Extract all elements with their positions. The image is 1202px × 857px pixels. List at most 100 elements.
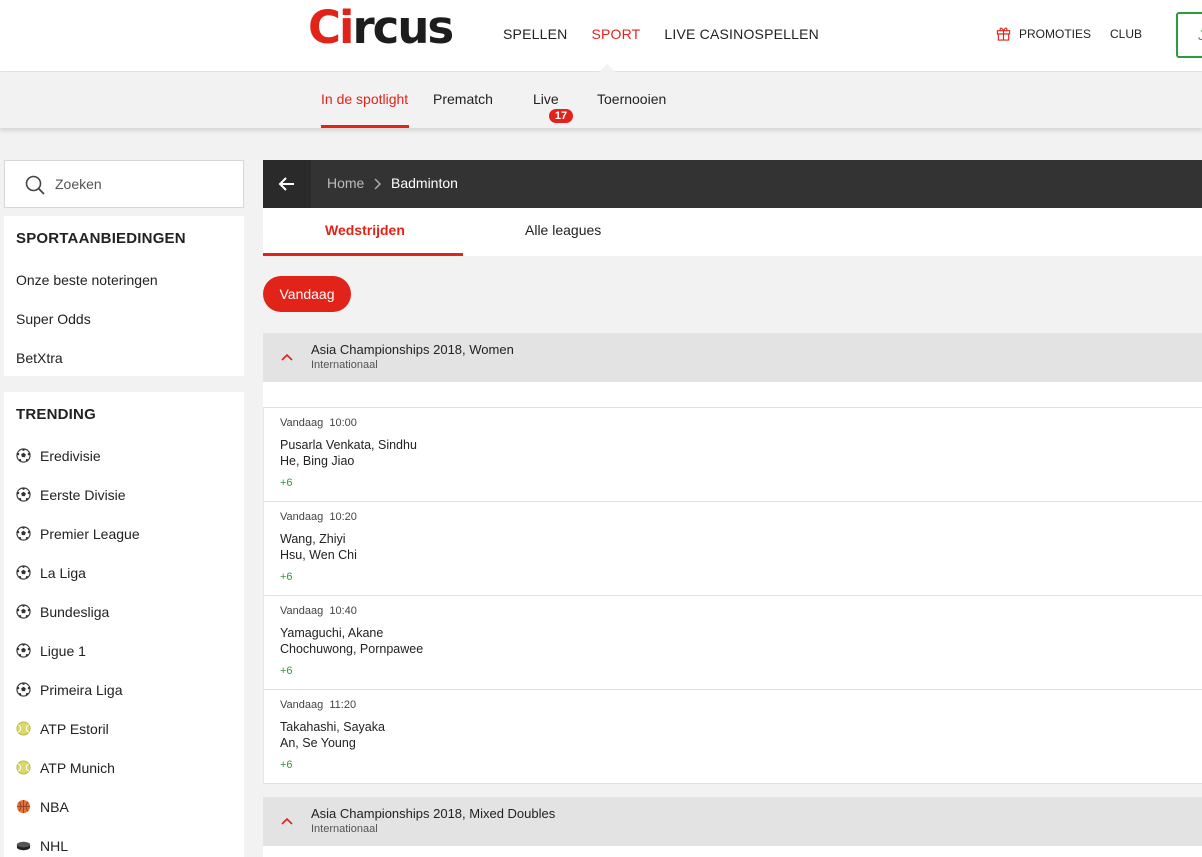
league-region: Internationaal bbox=[311, 823, 378, 835]
match-row[interactable]: Vandaag 10:00 Pusarla Venkata, Sindhu He, … bbox=[263, 408, 1202, 502]
arrow-left-icon bbox=[278, 177, 294, 191]
more-markets-link[interactable]: +6 bbox=[280, 665, 293, 677]
nav-sport[interactable]: SPORT bbox=[591, 26, 640, 42]
chevron-right-icon bbox=[374, 178, 382, 190]
sport-offers-title: SPORTAANBIEDINGEN bbox=[16, 230, 186, 247]
league-columns-row bbox=[263, 846, 1202, 857]
trending-item[interactable]: ATP Munich bbox=[4, 748, 244, 787]
player-1: Yamaguchi, Akane bbox=[280, 626, 384, 640]
trending-item-label: La Liga bbox=[40, 564, 86, 581]
trending-item-label: NHL bbox=[40, 837, 69, 854]
player-2: An, Se Young bbox=[280, 736, 356, 750]
gift-icon bbox=[996, 27, 1011, 41]
back-button[interactable] bbox=[263, 160, 311, 208]
top-header: Circus SPELLEN SPORT LIVE CASINOSPELLEN … bbox=[0, 0, 1202, 72]
tab-alle-leagues[interactable]: Alle leagues bbox=[525, 222, 601, 238]
player-2: He, Bing Jiao bbox=[280, 454, 355, 468]
league-header[interactable]: Asia Championships 2018, Mixed Doubles I… bbox=[263, 797, 1202, 846]
filter-today-chip[interactable]: Vandaag bbox=[263, 276, 351, 312]
club-link[interactable]: CLUB bbox=[1110, 27, 1142, 41]
player-2: Chochuwong, Pornpawee bbox=[280, 642, 424, 656]
tennis-ball-icon bbox=[16, 760, 31, 775]
match-row[interactable]: Vandaag 10:20 Wang, Zhiyi Hsu, Wen Chi +6 bbox=[263, 502, 1202, 596]
player-2: Hsu, Wen Chi bbox=[280, 548, 357, 562]
offer-betxtra[interactable]: BetXtra bbox=[4, 338, 244, 377]
breadcrumb-home[interactable]: Home bbox=[327, 175, 364, 191]
tennis-ball-icon bbox=[16, 721, 31, 736]
trending-item[interactable]: NBA bbox=[4, 787, 244, 826]
active-tab-underline bbox=[321, 125, 409, 128]
tab-toernooien[interactable]: Toernooien bbox=[597, 91, 666, 107]
trending-item[interactable]: Eredivisie bbox=[4, 436, 244, 475]
login-button[interactable]: J bbox=[1176, 12, 1202, 58]
match-row[interactable]: Vandaag 10:40 Yamaguchi, Akane Chochuwong,… bbox=[263, 596, 1202, 690]
match-time: Vandaag 10:00 bbox=[280, 417, 357, 429]
soccer-ball-icon bbox=[16, 487, 31, 502]
trending-item-label: Bundesliga bbox=[40, 603, 110, 620]
more-markets-link[interactable]: +6 bbox=[280, 571, 293, 583]
trending-item-label: Ligue 1 bbox=[40, 642, 86, 659]
match-tabs: Wedstrijden Alle leagues bbox=[263, 208, 1202, 256]
search-box[interactable] bbox=[4, 160, 244, 208]
more-markets-link[interactable]: +6 bbox=[280, 477, 293, 489]
soccer-ball-icon bbox=[16, 448, 31, 463]
trending-item[interactable]: Bundesliga bbox=[4, 592, 244, 631]
chevron-up-icon bbox=[281, 817, 293, 825]
league-name: Asia Championships 2018, Mixed Doubles bbox=[311, 806, 556, 821]
circus-logo[interactable]: Circus bbox=[308, 4, 454, 52]
trending-item[interactable]: NHL bbox=[4, 826, 244, 857]
league-columns-row bbox=[263, 382, 1202, 408]
trending-item[interactable]: Eerste Divisie bbox=[4, 475, 244, 514]
match-time: Vandaag 10:20 bbox=[280, 511, 357, 523]
nav-spellen[interactable]: SPELLEN bbox=[503, 26, 567, 42]
soccer-ball-icon bbox=[16, 604, 31, 619]
trending-item-label: ATP Estoril bbox=[40, 720, 109, 737]
search-icon bbox=[25, 175, 45, 195]
trending-item[interactable]: Ligue 1 bbox=[4, 631, 244, 670]
active-nav-caret bbox=[599, 64, 615, 72]
tab-prematch[interactable]: Prematch bbox=[433, 91, 493, 107]
player-1: Wang, Zhiyi bbox=[280, 532, 346, 546]
tab-in-de-spotlight[interactable]: In de spotlight bbox=[321, 91, 408, 107]
trending-item-label: NBA bbox=[40, 798, 69, 815]
sub-nav: In de spotlight Prematch Live Toernooien… bbox=[0, 72, 1202, 128]
trending-item-label: Premier League bbox=[40, 525, 140, 542]
match-row[interactable]: Vandaag 11:20 Takahashi, Sayaka An, Se You… bbox=[263, 690, 1202, 784]
tab-live[interactable]: Live bbox=[533, 91, 559, 107]
player-1: Pusarla Venkata, Sindhu bbox=[280, 438, 417, 452]
offer-super-odds[interactable]: Super Odds bbox=[4, 299, 244, 338]
hockey-puck-icon bbox=[16, 838, 31, 853]
trending-item[interactable]: Primeira Liga bbox=[4, 670, 244, 709]
trending-panel: TRENDING Eredivisie Eerste Divisie Premier… bbox=[4, 392, 244, 857]
trending-item-label: Primeira Liga bbox=[40, 681, 123, 698]
main-nav: SPELLEN SPORT LIVE CASINOSPELLEN bbox=[503, 26, 819, 42]
soccer-ball-icon bbox=[16, 682, 31, 697]
trending-item[interactable]: ATP Estoril bbox=[4, 709, 244, 748]
match-time: Vandaag 10:40 bbox=[280, 605, 357, 617]
breadcrumb-bar: Home Badminton bbox=[263, 160, 1202, 208]
live-count-badge: 17 bbox=[549, 109, 573, 123]
trending-item[interactable]: La Liga bbox=[4, 553, 244, 592]
player-1: Takahashi, Sayaka bbox=[280, 720, 385, 734]
promotions-label: PROMOTIES bbox=[1019, 26, 1092, 41]
search-input[interactable] bbox=[55, 171, 235, 197]
more-markets-link[interactable]: +6 bbox=[280, 759, 293, 771]
trending-item-label: Eerste Divisie bbox=[40, 486, 126, 503]
trending-item[interactable]: Premier League bbox=[4, 514, 244, 553]
league-region: Internationaal bbox=[311, 359, 378, 371]
offer-best-odds[interactable]: Onze beste noteringen bbox=[4, 260, 244, 299]
trending-title: TRENDING bbox=[16, 406, 96, 423]
breadcrumb-current: Badminton bbox=[391, 175, 458, 191]
chevron-up-icon bbox=[281, 353, 293, 361]
soccer-ball-icon bbox=[16, 565, 31, 580]
trending-item-label: ATP Munich bbox=[40, 759, 115, 776]
tab-wedstrijden[interactable]: Wedstrijden bbox=[325, 222, 405, 238]
promotions-link[interactable]: PROMOTIES bbox=[996, 26, 1091, 41]
trending-item-label: Eredivisie bbox=[40, 447, 101, 464]
soccer-ball-icon bbox=[16, 643, 31, 658]
trending-list: Eredivisie Eerste Divisie Premier League La… bbox=[4, 436, 244, 857]
league-header[interactable]: Asia Championships 2018, Women Internati… bbox=[263, 333, 1202, 382]
active-match-tab-underline bbox=[263, 253, 463, 256]
nav-live-casinospellen[interactable]: LIVE CASINOSPELLEN bbox=[664, 26, 819, 42]
basketball-icon bbox=[16, 799, 31, 814]
